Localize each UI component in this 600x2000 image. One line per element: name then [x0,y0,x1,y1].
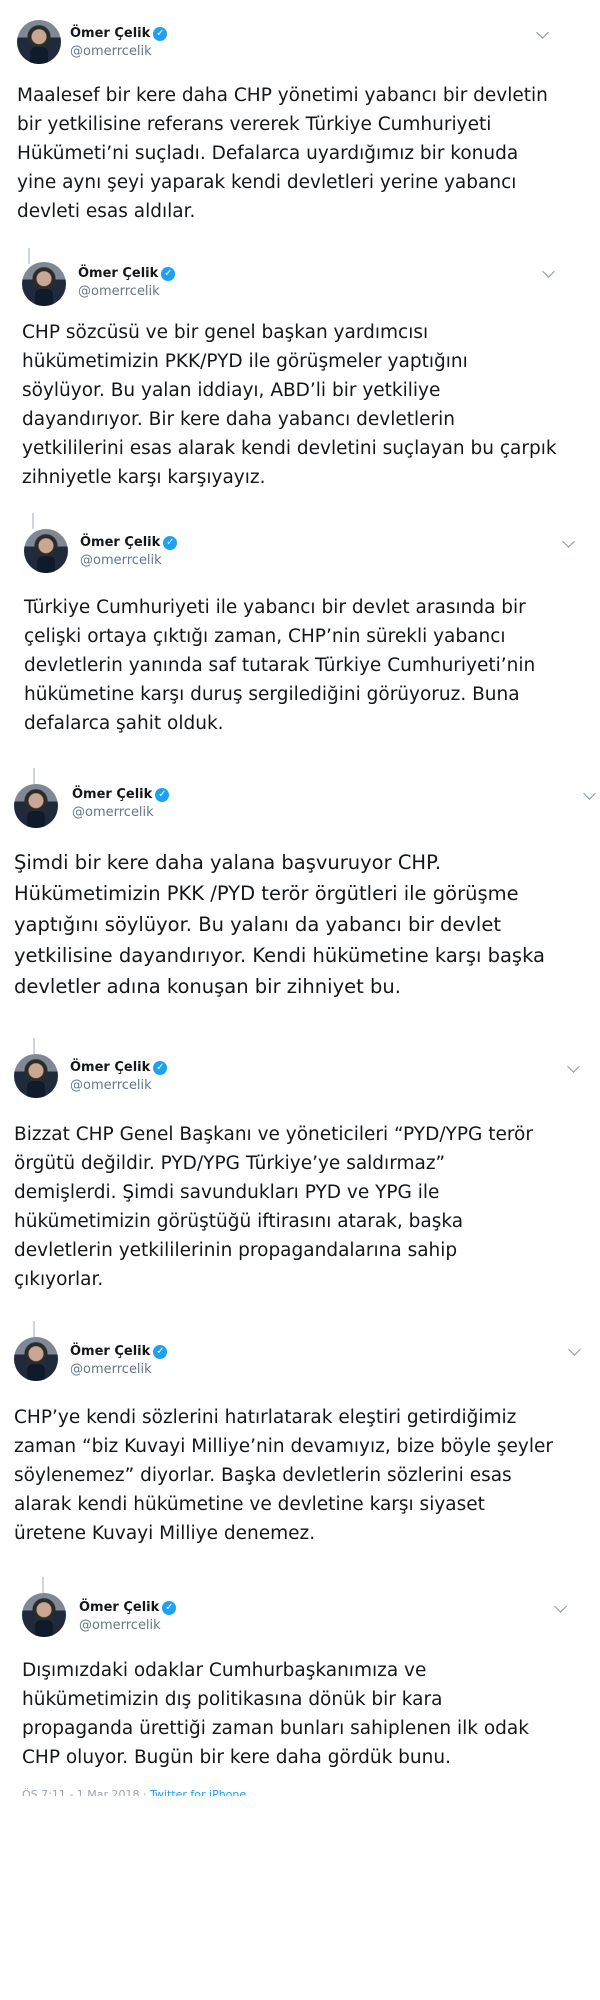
tweet-line: Hükümeti’ni suçladı. Defalarca uyardığım… [17,143,519,164]
chevron-down-icon[interactable] [562,535,575,548]
avatar[interactable] [14,1337,58,1381]
tweet-line: örgütü değildir. PYD/YPG Türkiye’ye sald… [14,1153,446,1174]
chevron-down-icon[interactable] [536,26,549,39]
tweet-line: Hükümetimizin PKK /PYD terör örgütleri i… [14,882,519,905]
tweet-line: dayandırıyor. Bir kere daha yabancı devl… [22,409,456,430]
avatar[interactable] [22,262,66,306]
author-name[interactable]: Ömer Çelik ✓ [79,1600,177,1615]
verified-badge-icon: ✓ [162,1601,177,1615]
avatar[interactable] [14,1054,58,1098]
tweet-line: demişlerdi. Şimdi savundukları PYD ve YP… [14,1182,440,1203]
avatar[interactable] [22,1593,66,1637]
author-handle[interactable]: @omerrcelik [78,284,160,299]
author-handle[interactable]: @omerrcelik [70,44,152,59]
tweet-line: hükümetimizin PKK/PYD ile görüşmeler yap… [22,351,468,372]
tweet-line: devleti esas aldılar. [17,201,196,222]
tweet-text: CHP sözcüsü ve bir genel başkan yardımcı… [22,318,557,492]
author-handle[interactable]: @omerrcelik [70,1362,152,1377]
tweet-line: hükümetine karşı duruş sergilediğini gör… [24,684,520,705]
tweet-line: zihniyetle karşı karşıyayız. [22,467,266,488]
tweet-line: çelişki ortaya çıktığı zaman, CHP’nin sü… [24,626,506,647]
tweet-text: Bizzat CHP Genel Başkanı ve yöneticileri… [14,1120,533,1294]
thread-line [28,248,30,264]
tweet-line: CHP’ye kendi sözlerini hatırlatarak eleş… [14,1407,517,1428]
verified-badge-icon: ✓ [153,27,168,41]
chevron-down-icon[interactable] [542,265,555,278]
author-name[interactable]: Ömer Çelik ✓ [70,26,168,41]
thread-line [33,1038,35,1054]
tweet-line: devletlerin yetkililerinin propagandalar… [14,1240,458,1261]
verified-badge-icon: ✓ [153,1061,168,1075]
tweet-text: Şimdi bir kere daha yalana başvuruyor CH… [14,847,545,1002]
tweet-line: üretene Kuvayi Milliye denemez. [14,1523,316,1544]
tweet-line: devletlerin yanında saf tutarak Türkiye … [24,655,536,676]
tweet-line: bir yetkilisine referans vererek Türkiye… [17,114,492,135]
tweet-line: yetkilisine dayandırıyor. Kendi hükümeti… [14,944,545,967]
tweet-line: hükümetimizin dış politikasına dönük bir… [22,1689,443,1710]
tweet-line: Şimdi bir kere daha yalana başvuruyor CH… [14,851,442,874]
tweet-text: CHP’ye kendi sözlerini hatırlatarak eleş… [14,1403,553,1548]
tweet-line: hükümetimizin görüştüğü iftirasını atara… [14,1211,464,1232]
author-name[interactable]: Ömer Çelik ✓ [78,266,176,281]
avatar[interactable] [24,529,68,573]
author-name[interactable]: Ömer Çelik ✓ [70,1060,168,1075]
tweet-line: CHP oluyor. Bugün bir kere daha gördük b… [22,1747,451,1768]
tweet-line: Türkiye Cumhuriyeti ile yabancı bir devl… [24,597,526,618]
author-handle[interactable]: @omerrcelik [79,1618,161,1633]
tweet-line: defalarca şahit olduk. [24,713,224,734]
tweet-line: söylüyor. Bu yalan iddiayı, ABD’li bir y… [22,380,441,401]
tweet-line: CHP sözcüsü ve bir genel başkan yardımcı… [22,322,429,343]
thread-line [32,513,34,529]
tweet-line: devletler adına konuşan bir zihniyet bu. [14,975,401,998]
tweet-footer: ÖS 7:11 - 1 Mar 2018 · Twitter for iPhon… [22,1788,246,1796]
tweet-line: Dışımızdaki odaklar Cumhurbaşkanımıza ve [22,1660,427,1681]
author-handle[interactable]: @omerrcelik [72,805,154,820]
chevron-down-icon[interactable] [583,787,596,800]
tweet-text: Dışımızdaki odaklar Cumhurbaşkanımıza ve… [22,1656,529,1772]
chevron-down-icon[interactable] [568,1343,581,1356]
author-name[interactable]: Ömer Çelik ✓ [70,1344,168,1359]
tweet-line: yetkililerini esas alarak kendi devletin… [22,438,557,459]
thread-line [33,768,35,784]
author-name[interactable]: Ömer Çelik ✓ [72,787,170,802]
author-handle[interactable]: @omerrcelik [70,1078,152,1093]
tweet-line: Maalesef bir kere daha CHP yönetimi yaba… [17,85,548,106]
source-link[interactable]: Twitter for iPhone [150,1788,246,1796]
tweet-line: zaman “biz Kuvayi Milliye’nin devamıyız,… [14,1436,553,1457]
author-name[interactable]: Ömer Çelik ✓ [80,535,178,550]
avatar[interactable] [17,20,61,64]
tweet-text: Türkiye Cumhuriyeti ile yabancı bir devl… [24,593,535,738]
verified-badge-icon: ✓ [161,267,176,281]
tweet-line: yine aynı şeyi yaparak kendi devletleri … [17,172,517,193]
tweet-line: yaptığını söylüyor. Bu yalanı da yabancı… [14,913,501,936]
thread-line [42,1577,44,1593]
tweet-line: alarak kendi hükümetine ve devletine kar… [14,1494,485,1515]
chevron-down-icon[interactable] [554,1600,567,1613]
tweet-line: Bizzat CHP Genel Başkanı ve yöneticileri… [14,1124,533,1145]
verified-badge-icon: ✓ [153,1345,168,1359]
author-handle[interactable]: @omerrcelik [80,553,162,568]
tweet-line: propaganda ürettiği zaman bunları sahipl… [22,1718,529,1739]
chevron-down-icon[interactable] [567,1060,580,1073]
tweet-line: çıkıyorlar. [14,1269,104,1290]
thread-line [33,1321,35,1337]
timestamp[interactable]: ÖS 7:11 - 1 Mar 2018 · [22,1788,150,1796]
verified-badge-icon: ✓ [163,536,178,550]
tweet-line: söylenemez” diyorlar. Başka devletlerin … [14,1465,512,1486]
verified-badge-icon: ✓ [155,788,170,802]
tweet-text: Maalesef bir kere daha CHP yönetimi yaba… [17,81,548,226]
avatar[interactable] [14,784,58,828]
